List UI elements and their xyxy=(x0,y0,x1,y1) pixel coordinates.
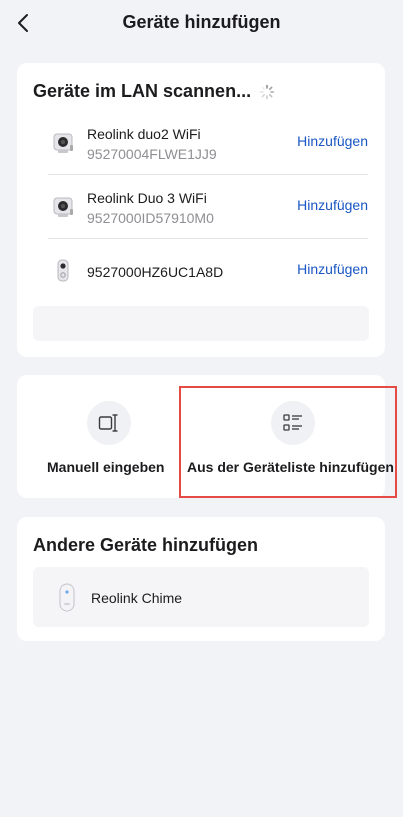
dual-camera-icon xyxy=(53,133,73,153)
device-serial: 95270004FLWE1JJ9 xyxy=(87,146,217,162)
page-title: Geräte hinzufügen xyxy=(122,12,281,32)
lan-scan-title: Geräte im LAN scannen... xyxy=(33,81,252,101)
lan-scan-card: Geräte im LAN scannen... Reolink duo2 Wi… xyxy=(17,63,385,357)
device-name: 9527000HZ6UC1A8D xyxy=(87,264,224,280)
other-devices-title: Andere Geräte hinzufügen xyxy=(33,535,259,555)
header: Geräte hinzufügen xyxy=(0,0,403,46)
add-from-list-button[interactable]: Aus der Geräteliste hinzufügen xyxy=(187,375,394,498)
add-devices-screen: Geräte hinzufügen Geräte im LAN scannen.… xyxy=(0,0,403,817)
device-list-icon xyxy=(283,414,302,431)
lan-device-row: Reolink Duo 3 WiFi 9527000ID57910M0 Hinz… xyxy=(48,175,368,239)
lan-list-placeholder xyxy=(33,306,369,341)
add-from-list-label: Aus der Geräteliste hinzufügen xyxy=(187,459,394,475)
manual-input-label: Manuell eingeben xyxy=(47,459,165,475)
lan-device-row: 9527000HZ6UC1A8D Hinzufügen xyxy=(48,239,368,303)
add-device-button[interactable]: Hinzufügen xyxy=(297,197,368,213)
chime-icon xyxy=(59,583,75,612)
lan-scan-title-row: Geräte im LAN scannen... xyxy=(33,81,275,102)
dual-camera-icon xyxy=(53,197,73,217)
manual-input-icon xyxy=(98,414,118,432)
device-name: Reolink duo2 WiFi xyxy=(87,126,201,142)
doorbell-icon xyxy=(57,259,69,282)
loading-spinner-icon xyxy=(259,84,275,99)
manual-input-icon-circle xyxy=(87,401,131,445)
other-devices-card: Andere Geräte hinzufügen Reolink Chime xyxy=(17,517,385,641)
lan-device-row: Reolink duo2 WiFi 95270004FLWE1JJ9 Hinzu… xyxy=(48,111,368,175)
chime-label: Reolink Chime xyxy=(91,590,183,606)
device-list-icon-circle xyxy=(271,401,315,445)
add-methods-card: Manuell eingeben Aus der Geräteliste hin… xyxy=(17,375,394,498)
add-device-button[interactable]: Hinzufügen xyxy=(297,261,368,277)
add-device-button[interactable]: Hinzufügen xyxy=(297,133,368,149)
device-name: Reolink Duo 3 WiFi xyxy=(87,190,207,206)
device-serial: 9527000ID57910M0 xyxy=(87,210,214,226)
chime-item[interactable]: Reolink Chime xyxy=(33,567,369,627)
manual-input-button[interactable]: Manuell eingeben xyxy=(17,375,201,498)
